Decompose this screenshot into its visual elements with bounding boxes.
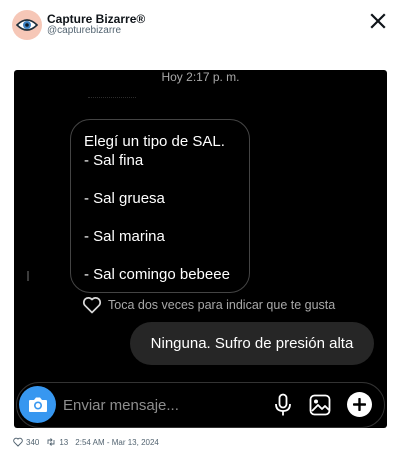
plus-button[interactable] bbox=[347, 392, 372, 417]
retweet-count: 13 bbox=[59, 437, 69, 447]
sent-message-text: Ninguna. Sufro de presión alta bbox=[150, 335, 354, 352]
camera-icon bbox=[28, 397, 47, 412]
faded-artifact bbox=[88, 97, 136, 103]
x-logo-icon[interactable] bbox=[370, 13, 386, 29]
message-line: - Sal marina bbox=[84, 228, 165, 245]
message-input[interactable]: Enviar mensaje... bbox=[63, 397, 179, 414]
chat-time-label: Hoy 2:17 p. m. bbox=[161, 70, 240, 84]
message-line bbox=[84, 170, 236, 189]
tweet-card: Capture Bizarre® @capturebizarre Hoy 2:1… bbox=[0, 0, 400, 456]
eye-icon bbox=[16, 19, 38, 31]
avatar[interactable] bbox=[12, 10, 42, 40]
message-line bbox=[84, 246, 236, 265]
message-composer: Enviar mensaje... bbox=[16, 382, 385, 428]
heart-icon[interactable] bbox=[82, 296, 102, 314]
like-hint-text: Toca dos veces para indicar que te gusta bbox=[108, 298, 336, 312]
like-hint-row: Toca dos veces para indicar que te gusta bbox=[82, 296, 335, 314]
plus-icon bbox=[353, 398, 366, 411]
sent-message-bubble[interactable]: Ninguna. Sufro de presión alta bbox=[130, 322, 374, 365]
message-line: - Sal comingo bebeee bbox=[84, 266, 230, 283]
tweet-header: Capture Bizarre® @capturebizarre bbox=[0, 0, 400, 60]
retweet-icon[interactable] bbox=[46, 437, 56, 447]
chat-screenshot: Hoy 2:17 p. m. Elegí un tipo de SAL. - S… bbox=[14, 70, 387, 428]
microphone-icon[interactable] bbox=[272, 393, 294, 417]
gallery-icon[interactable] bbox=[309, 394, 331, 416]
user-handle[interactable]: @capturebizarre bbox=[47, 25, 121, 36]
message-line bbox=[84, 208, 236, 227]
display-name[interactable]: Capture Bizarre® bbox=[47, 12, 145, 26]
message-line: - Sal gruesa bbox=[84, 190, 165, 207]
message-line: Elegí un tipo de SAL. bbox=[84, 133, 225, 150]
received-message-bubble[interactable]: Elegí un tipo de SAL. - Sal fina - Sal g… bbox=[70, 119, 250, 293]
tweet-timestamp[interactable]: 2:54 AM - Mar 13, 2024 bbox=[75, 438, 159, 447]
faded-artifact bbox=[27, 271, 29, 281]
message-line: - Sal fina bbox=[84, 152, 144, 169]
camera-button[interactable] bbox=[19, 386, 56, 423]
heart-outline-icon[interactable] bbox=[13, 437, 23, 447]
tweet-footer: 340 13 2:54 AM - Mar 13, 2024 bbox=[13, 435, 159, 449]
like-count: 340 bbox=[26, 437, 40, 447]
